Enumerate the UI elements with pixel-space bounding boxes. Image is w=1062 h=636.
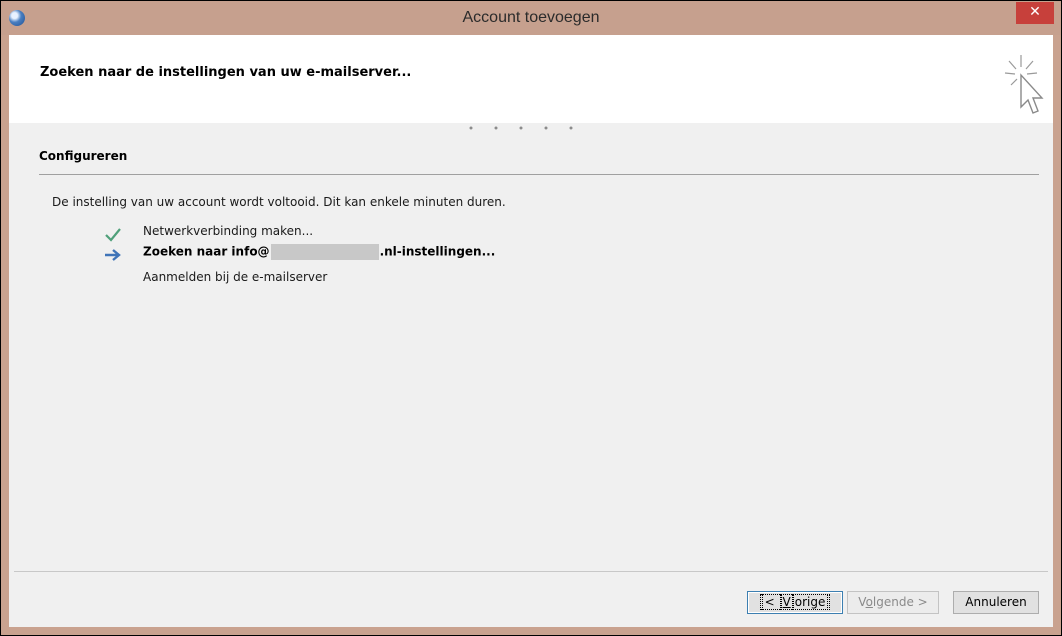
section-divider	[39, 174, 1039, 175]
cancel-button[interactable]: Annuleren	[953, 591, 1039, 614]
header-band: Zoeken naar de instellingen van uw e-mai…	[9, 35, 1053, 123]
step-network: Netwerkverbinding maken...	[143, 224, 314, 238]
title-bar[interactable]: Account toevoegen ✕	[1, 1, 1061, 35]
arrow-right-icon	[105, 249, 121, 261]
cursor-sparkle-icon	[1004, 55, 1044, 114]
window-title: Account toevoegen	[462, 9, 600, 26]
progress-indicator	[469, 126, 573, 130]
redacted-domain	[270, 244, 379, 260]
back-button[interactable]: < Vorige	[747, 591, 843, 614]
checkmark-icon	[105, 228, 121, 242]
dialog-window: Account toevoegen ✕ Zoeken naar de inste…	[0, 0, 1062, 636]
close-button[interactable]: ✕	[1016, 2, 1054, 24]
step-search-prefix: Zoeken naar info@	[143, 244, 270, 259]
step-search-suffix: .nl-instellingen...	[379, 244, 496, 259]
footer-divider	[14, 571, 1048, 572]
dialog-client-area: Zoeken naar de instellingen van uw e-mai…	[9, 35, 1053, 627]
step-login: Aanmelden bij de e-mailserver	[143, 270, 328, 284]
next-button[interactable]: Volgende >	[847, 591, 939, 614]
page-title: Zoeken naar de instellingen van uw e-mai…	[40, 65, 412, 80]
step-search: Zoeken naar info@ .nl-instellingen...	[143, 244, 495, 260]
section-title: Configureren	[39, 149, 128, 163]
status-message: De instelling van uw account wordt volto…	[52, 195, 506, 209]
